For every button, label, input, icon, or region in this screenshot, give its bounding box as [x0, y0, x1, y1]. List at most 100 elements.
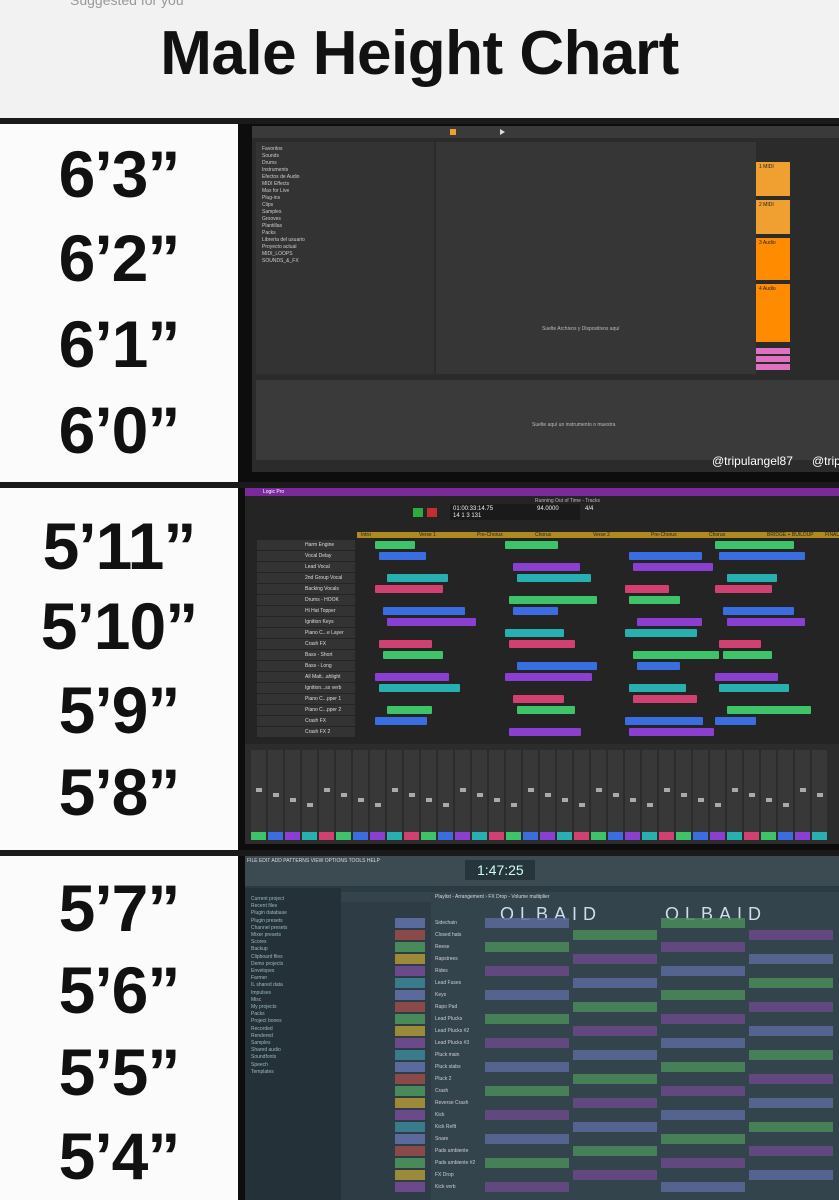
browser-item[interactable]: Drums — [262, 160, 277, 166]
region[interactable] — [509, 728, 581, 736]
pattern-clip[interactable] — [749, 954, 833, 964]
fader[interactable] — [511, 803, 517, 807]
region[interactable] — [727, 574, 777, 582]
pattern-clip[interactable] — [661, 1182, 745, 1192]
region[interactable] — [625, 585, 669, 593]
pattern-clip[interactable] — [749, 1002, 833, 1012]
channel-color[interactable] — [395, 1158, 425, 1168]
record-button[interactable] — [427, 508, 437, 517]
channel-color[interactable] — [395, 1134, 425, 1144]
track-master[interactable] — [756, 364, 790, 370]
channel-color[interactable] — [395, 1146, 425, 1156]
pattern-clip[interactable] — [573, 954, 657, 964]
record-icon[interactable] — [450, 129, 456, 135]
section-marker[interactable]: FINAL CHORUS — [825, 532, 839, 538]
fader[interactable] — [341, 793, 347, 797]
section-marker[interactable]: BRIDGE + BUILDUP — [767, 532, 814, 538]
browser-item[interactable]: Plugin database — [251, 910, 287, 916]
pattern-clip[interactable] — [573, 1026, 657, 1036]
browser-item[interactable]: Backup — [251, 946, 268, 952]
logic-app-menu[interactable]: Logic Pro — [263, 489, 284, 495]
browser-item[interactable]: Speech — [251, 1062, 268, 1068]
fader[interactable] — [307, 803, 313, 807]
browser-item[interactable]: Impulses — [251, 990, 271, 996]
fader[interactable] — [817, 793, 823, 797]
channel-color[interactable] — [395, 942, 425, 952]
region[interactable] — [727, 706, 811, 714]
pattern-clip[interactable] — [749, 1026, 833, 1036]
region[interactable] — [513, 563, 580, 571]
fl-menu[interactable]: FILE EDIT ADD PATTERNS VIEW OPTIONS TOOL… — [247, 858, 380, 864]
fader[interactable] — [392, 788, 398, 792]
pattern-clip[interactable] — [661, 918, 745, 928]
pattern-clip[interactable] — [749, 1170, 833, 1180]
fader[interactable] — [783, 803, 789, 807]
browser-item[interactable]: Current project — [251, 896, 284, 902]
fader[interactable] — [290, 798, 296, 802]
pattern-clip[interactable] — [573, 1002, 657, 1012]
pattern-clip[interactable] — [749, 1074, 833, 1084]
pattern-clip[interactable] — [485, 1038, 569, 1048]
region[interactable] — [637, 618, 702, 626]
region[interactable] — [715, 717, 756, 725]
channel-color[interactable] — [395, 1170, 425, 1180]
region[interactable] — [719, 684, 789, 692]
fader[interactable] — [375, 803, 381, 807]
browser-item[interactable]: Proyecto actual — [262, 244, 296, 250]
region[interactable] — [633, 563, 713, 571]
region[interactable] — [727, 618, 805, 626]
browser-item[interactable]: Clips — [262, 202, 273, 208]
pattern-clip[interactable] — [661, 990, 745, 1000]
browser-item[interactable]: Librería del usuario — [262, 237, 305, 243]
section-marker[interactable]: Intro — [361, 532, 371, 538]
browser-item[interactable]: SOUNDS_&_FX — [262, 258, 299, 264]
pattern-clip[interactable] — [573, 1122, 657, 1132]
channel-color[interactable] — [395, 918, 425, 928]
fader[interactable] — [477, 793, 483, 797]
region[interactable] — [637, 662, 680, 670]
channel-color[interactable] — [395, 966, 425, 976]
pattern-clip[interactable] — [661, 1038, 745, 1048]
pattern-clip[interactable] — [661, 1110, 745, 1120]
fader[interactable] — [715, 803, 721, 807]
pattern-clip[interactable] — [661, 1062, 745, 1072]
pattern-clip[interactable] — [573, 1074, 657, 1084]
channel-color[interactable] — [395, 1110, 425, 1120]
channel-color[interactable] — [395, 1002, 425, 1012]
browser-item[interactable]: Farmer — [251, 975, 267, 981]
fader[interactable] — [324, 788, 330, 792]
region[interactable] — [723, 651, 772, 659]
browser-item[interactable]: Plantillas — [262, 223, 282, 229]
pattern-clip[interactable] — [485, 990, 569, 1000]
region[interactable] — [505, 673, 592, 681]
section-marker[interactable]: Verse 2 — [593, 532, 610, 538]
browser-item[interactable]: Misc — [251, 997, 261, 1003]
region[interactable] — [375, 585, 443, 593]
region[interactable] — [383, 607, 465, 615]
fader[interactable] — [800, 788, 806, 792]
channel-color[interactable] — [395, 1182, 425, 1192]
fader[interactable] — [766, 798, 772, 802]
fader[interactable] — [460, 788, 466, 792]
fader[interactable] — [443, 803, 449, 807]
region[interactable] — [625, 717, 703, 725]
region[interactable] — [387, 706, 432, 714]
pattern-clip[interactable] — [573, 1170, 657, 1180]
section-marker[interactable]: Chorus — [709, 532, 725, 538]
pattern-clip[interactable] — [485, 966, 569, 976]
section-marker[interactable]: Pre-Chorus — [477, 532, 503, 538]
channel-color[interactable] — [395, 1026, 425, 1036]
browser-item[interactable]: MIDI Effects — [262, 181, 289, 187]
pattern-clip[interactable] — [661, 1158, 745, 1168]
region[interactable] — [723, 607, 794, 615]
channel-color[interactable] — [395, 978, 425, 988]
region[interactable] — [375, 541, 415, 549]
pattern-clip[interactable] — [661, 1014, 745, 1024]
section-marker[interactable]: Pre-Chorus — [651, 532, 677, 538]
fader[interactable] — [749, 793, 755, 797]
region[interactable] — [505, 541, 558, 549]
browser-item[interactable]: Plug-ins — [262, 195, 280, 201]
browser-item[interactable]: Shared audio — [251, 1047, 281, 1053]
channel-color[interactable] — [395, 1050, 425, 1060]
region[interactable] — [383, 651, 443, 659]
